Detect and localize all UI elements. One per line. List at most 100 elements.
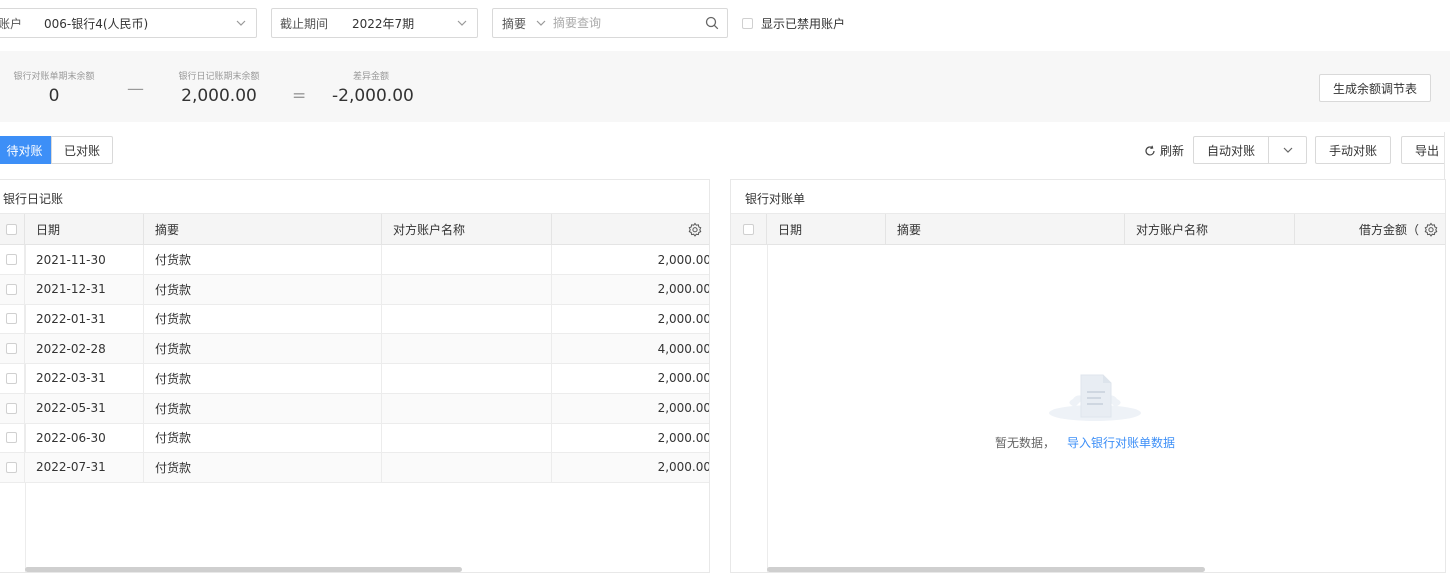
- cell-counterparty: [382, 334, 552, 364]
- cell-amount: 2,000.00: [657, 460, 710, 475]
- row-select-cell: [0, 363, 25, 393]
- col-counterparty[interactable]: 对方账户名称: [382, 214, 552, 245]
- auto-reconcile-button[interactable]: 自动对账: [1193, 136, 1269, 164]
- period-select[interactable]: 截止期间 2022年7期: [271, 8, 478, 38]
- cell-counterparty: [382, 274, 552, 304]
- chevron-down-icon: [1283, 147, 1292, 153]
- col-date[interactable]: 日期: [25, 214, 144, 245]
- cell-date: 2022-03-31: [25, 363, 144, 393]
- empty-state-illustration: [995, 373, 1195, 426]
- table-row[interactable]: 2022-06-30 付货款 2,000.00: [0, 423, 709, 454]
- generate-reconciliation-button[interactable]: 生成余额调节表: [1318, 74, 1431, 102]
- export-button[interactable]: 导出: [1401, 136, 1450, 164]
- auto-reconcile-dropdown[interactable]: [1268, 136, 1307, 164]
- search-icon[interactable]: [705, 16, 719, 30]
- table-row[interactable]: 2021-11-30 付货款 2,000.00: [0, 245, 710, 275]
- cell-summary: 付货款: [144, 423, 382, 453]
- select-all-checkbox[interactable]: [743, 224, 754, 235]
- cell-amount: 4,000.00: [657, 341, 710, 356]
- select-all-cell: [0, 214, 25, 245]
- bank-statement-panel: 银行对账单 日期 摘要 对方账户名称 借方金额（ 暂无数据， 导入银行对账单数据: [730, 179, 1446, 573]
- cell-date: 2022-07-31: [25, 452, 144, 482]
- row-select-cell: [0, 334, 25, 364]
- cell-counterparty: [382, 245, 552, 274]
- cell-date: 2021-12-31: [25, 274, 144, 304]
- refresh-button[interactable]: 刷新: [1144, 142, 1184, 159]
- account-select[interactable]: 账户 006-银行4(人民币): [0, 8, 257, 38]
- row-checkbox[interactable]: [6, 402, 17, 414]
- cell-counterparty: [382, 452, 552, 482]
- show-disabled-label: 显示已禁用账户: [761, 17, 846, 31]
- row-select-cell: [0, 304, 25, 334]
- cell-date: 2021-11-30: [25, 245, 144, 274]
- filter-bar: 账户 006-银行4(人民币) 截止期间 2022年7期 摘要 显示已禁用账户: [0, 8, 1450, 38]
- table-row[interactable]: 2022-07-31 付货款 2,000.00: [0, 452, 710, 483]
- difference-amount: 差异金额 -2,000.00: [332, 69, 414, 106]
- col-summary[interactable]: 摘要: [886, 214, 1125, 245]
- select-all-checkbox[interactable]: [6, 224, 17, 235]
- table-header: 日期 摘要 对方账户名称: [0, 213, 709, 245]
- show-disabled-checkbox[interactable]: 显示已禁用账户: [742, 15, 845, 32]
- cell-date: 2022-01-31: [25, 304, 144, 334]
- chevron-down-icon[interactable]: [536, 18, 546, 28]
- row-select-cell: [0, 393, 25, 423]
- refresh-label: 刷新: [1160, 144, 1185, 158]
- period-label: 截止期间: [280, 16, 329, 31]
- journal-balance-title: 银行日记账期末余额: [178, 72, 260, 82]
- col-summary[interactable]: 摘要: [144, 214, 382, 245]
- table-row[interactable]: 2022-05-31 付货款 2,000.00: [0, 393, 710, 424]
- cell-amount: 2,000.00: [657, 311, 710, 326]
- table-row[interactable]: 2021-12-31 付货款 2,000.00: [0, 274, 710, 305]
- row-checkbox[interactable]: [6, 461, 17, 473]
- cell-summary: 付货款: [144, 334, 382, 364]
- row-checkbox[interactable]: [6, 343, 17, 355]
- cell-date: 2022-06-30: [25, 423, 144, 453]
- summary-search: 摘要: [492, 8, 728, 38]
- cell-counterparty: [382, 423, 552, 453]
- cell-amount: 2,000.00: [657, 401, 710, 415]
- cell-amount: 2,000.00: [657, 282, 710, 297]
- cell-counterparty: [382, 304, 552, 334]
- row-checkbox[interactable]: [6, 432, 17, 444]
- minus-sign: —: [127, 79, 144, 99]
- row-checkbox[interactable]: [6, 283, 17, 295]
- bank-statement-balance: 银行对账单期末余额 0: [8, 69, 100, 106]
- journal-balance-value: 2,000.00: [181, 86, 257, 106]
- table-row[interactable]: 2022-02-28 付货款 4,000.00: [0, 334, 710, 365]
- checkbox[interactable]: [742, 18, 753, 29]
- empty-state: 暂无数据， 导入银行对账单数据: [995, 434, 1175, 451]
- journal-balance: 银行日记账期末余额 2,000.00: [172, 69, 266, 106]
- chevron-down-icon: [236, 18, 246, 28]
- col-date[interactable]: 日期: [767, 214, 886, 245]
- horizontal-scrollbar[interactable]: [25, 567, 462, 572]
- summary-filter-select[interactable]: 摘要: [502, 15, 526, 32]
- row-checkbox[interactable]: [6, 313, 17, 325]
- settings-icon[interactable]: [687, 222, 703, 238]
- settings-icon[interactable]: [1423, 222, 1439, 238]
- cell-summary: 付货款: [144, 363, 382, 393]
- bank-statement-balance-title: 银行对账单期末余额: [13, 72, 95, 82]
- col-counterparty[interactable]: 对方账户名称: [1125, 214, 1295, 245]
- horizontal-scrollbar[interactable]: [767, 567, 1205, 572]
- row-checkbox[interactable]: [6, 254, 17, 265]
- tab-pending[interactable]: 待对账: [0, 136, 51, 164]
- import-statement-link[interactable]: 导入银行对账单数据: [1067, 436, 1175, 450]
- row-checkbox[interactable]: [6, 372, 17, 384]
- search-input[interactable]: [553, 14, 693, 32]
- equals-sign: =: [292, 86, 307, 106]
- chevron-down-icon: [457, 18, 467, 28]
- tab-reconciled[interactable]: 已对账: [51, 136, 113, 164]
- empty-state-text: 暂无数据，: [995, 436, 1056, 450]
- table-row[interactable]: 2022-03-31 付货款 2,000.00: [0, 363, 709, 394]
- difference-amount-value: -2,000.00: [332, 86, 414, 106]
- col-debit-amount-label[interactable]: 借方金额（: [1359, 221, 1419, 238]
- column-divider: [767, 245, 768, 572]
- col-debit-amount: 借方金额（: [1295, 214, 1445, 245]
- period-value: 2022年7期: [352, 16, 415, 31]
- table-row[interactable]: 2022-01-31 付货款 2,000.00: [0, 304, 710, 335]
- cell-amount: 2,000.00: [657, 252, 710, 267]
- manual-reconcile-button[interactable]: 手动对账: [1315, 136, 1391, 164]
- cell-summary: 付货款: [144, 274, 382, 304]
- cell-date: 2022-05-31: [25, 393, 144, 423]
- cell-summary: 付货款: [144, 393, 382, 423]
